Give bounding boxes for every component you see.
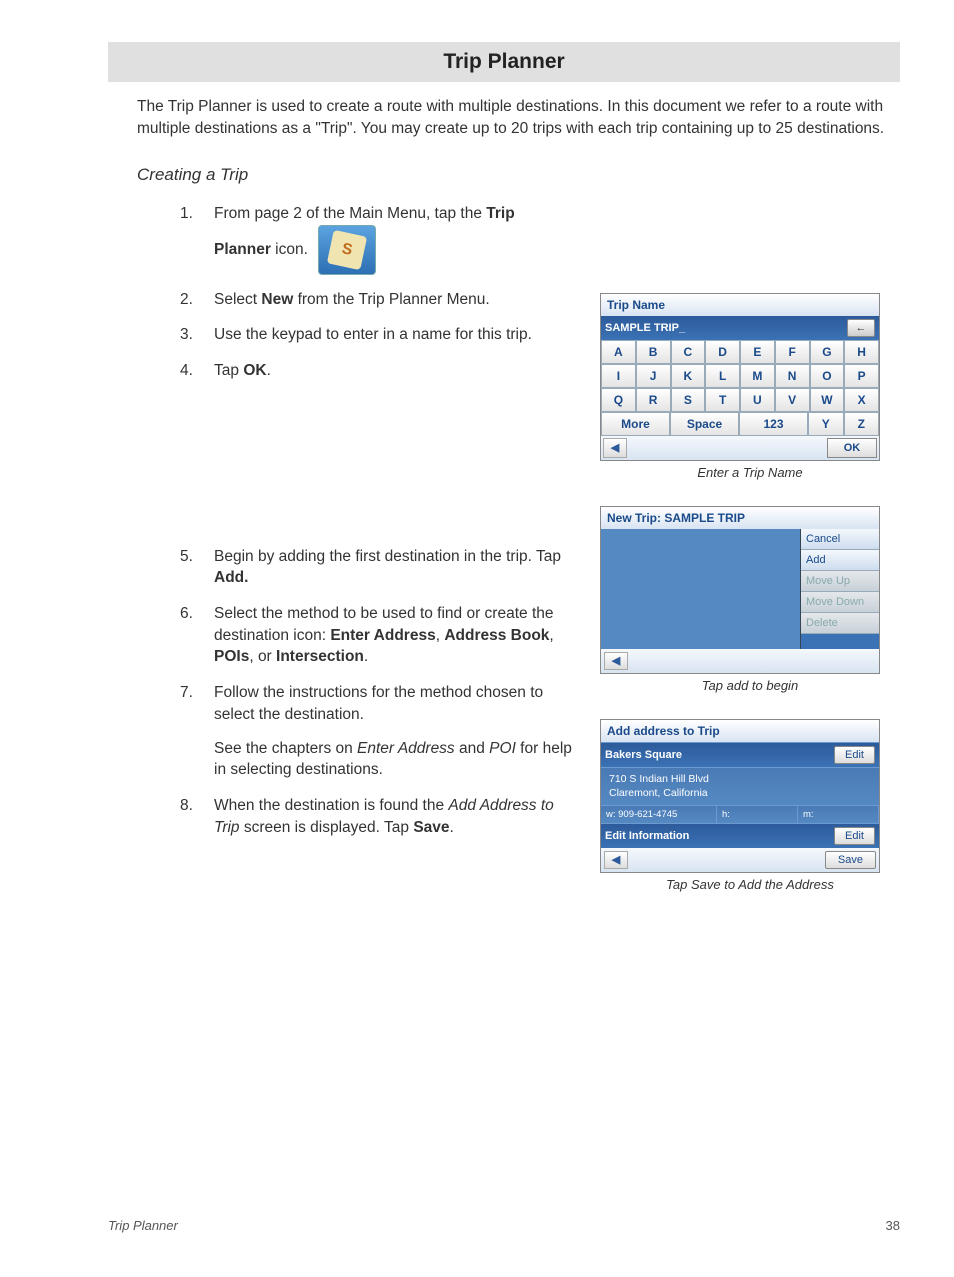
page-footer: Trip Planner 38: [108, 1218, 900, 1233]
address-caption: Tap Save to Add the Address: [600, 877, 900, 892]
move-down-button: Move Down: [801, 592, 879, 613]
trip-destination-list[interactable]: [601, 529, 801, 649]
keypad-input-row: SAMPLE TRIP_ ←: [601, 316, 879, 340]
move-up-button: Move Up: [801, 571, 879, 592]
edit-information-label: Edit Information: [605, 830, 689, 842]
figures-column: Trip Name SAMPLE TRIP_ ← A B C D E F G H…: [600, 203, 900, 892]
page-number: 38: [886, 1218, 900, 1233]
keypad-caption: Enter a Trip Name: [600, 465, 900, 480]
step-7: 7. Follow the instructions for the metho…: [180, 682, 586, 781]
key-l[interactable]: L: [705, 364, 740, 388]
key-d[interactable]: D: [705, 340, 740, 364]
back-button[interactable]: ◀: [604, 652, 628, 670]
key-j[interactable]: J: [636, 364, 671, 388]
address-name: Bakers Square: [605, 749, 682, 761]
key-y[interactable]: Y: [808, 412, 844, 436]
key-f[interactable]: F: [775, 340, 810, 364]
address-screen: Add address to Trip Bakers Square Edit 7…: [600, 719, 880, 873]
save-button[interactable]: Save: [825, 851, 876, 869]
address-block: 710 S Indian Hill Blvd Claremont, Califo…: [601, 767, 879, 805]
key-s[interactable]: S: [671, 388, 706, 412]
key-e[interactable]: E: [740, 340, 775, 364]
keypad-input-value[interactable]: SAMPLE TRIP_: [605, 322, 685, 334]
key-m[interactable]: M: [740, 364, 775, 388]
intro-paragraph: The Trip Planner is used to create a rou…: [137, 96, 900, 141]
step-3: 3. Use the keypad to enter in a name for…: [180, 324, 586, 346]
key-q[interactable]: Q: [601, 388, 636, 412]
key-w[interactable]: W: [810, 388, 845, 412]
key-v[interactable]: V: [775, 388, 810, 412]
step-number: 2.: [180, 289, 214, 311]
step-number: 1.: [180, 203, 214, 275]
cancel-button[interactable]: Cancel: [801, 529, 879, 550]
page-header: Trip Planner: [108, 42, 900, 82]
step-number: 3.: [180, 324, 214, 346]
key-u[interactable]: U: [740, 388, 775, 412]
back-button[interactable]: ◀: [603, 438, 627, 458]
phone-home: h:: [717, 806, 798, 823]
key-z[interactable]: Z: [844, 412, 880, 436]
key-space[interactable]: Space: [670, 412, 739, 436]
key-x[interactable]: X: [844, 388, 879, 412]
key-more[interactable]: More: [601, 412, 670, 436]
phone-mobile: m:: [798, 806, 879, 823]
step-8: 8. When the destination is found the Add…: [180, 795, 586, 838]
step-number: 7.: [180, 682, 214, 781]
steps-column: 1. From page 2 of the Main Menu, tap the…: [180, 203, 600, 892]
phone-work: w: 909-621-4745: [601, 806, 717, 823]
ok-button[interactable]: OK: [827, 438, 877, 458]
key-i[interactable]: I: [601, 364, 636, 388]
key-b[interactable]: B: [636, 340, 671, 364]
key-o[interactable]: O: [810, 364, 845, 388]
key-r[interactable]: R: [636, 388, 671, 412]
step-number: 8.: [180, 795, 214, 838]
trip-planner-icon: S: [318, 225, 376, 275]
backspace-button[interactable]: ←: [847, 319, 875, 337]
key-a[interactable]: A: [601, 340, 636, 364]
footer-title: Trip Planner: [108, 1218, 178, 1233]
key-k[interactable]: K: [671, 364, 706, 388]
key-c[interactable]: C: [671, 340, 706, 364]
address-line2: Claremont, California: [609, 787, 871, 801]
key-n[interactable]: N: [775, 364, 810, 388]
key-123[interactable]: 123: [739, 412, 808, 436]
address-title: Add address to Trip: [601, 720, 879, 742]
step-2: 2. Select New from the Trip Planner Menu…: [180, 289, 586, 311]
edit-name-button[interactable]: Edit: [834, 746, 875, 764]
trip-title: New Trip: SAMPLE TRIP: [601, 507, 879, 529]
key-t[interactable]: T: [705, 388, 740, 412]
edit-info-button[interactable]: Edit: [834, 827, 875, 845]
step-1: 1. From page 2 of the Main Menu, tap the…: [180, 203, 586, 275]
section-heading: Creating a Trip: [137, 165, 954, 185]
trip-screen: New Trip: SAMPLE TRIP Cancel Add Move Up…: [600, 506, 880, 674]
keypad-title: Trip Name: [601, 294, 879, 316]
add-button[interactable]: Add: [801, 550, 879, 571]
trip-caption: Tap add to begin: [600, 678, 900, 693]
step-number: 4.: [180, 360, 214, 382]
step-5: 5. Begin by adding the first destination…: [180, 546, 586, 589]
key-h[interactable]: H: [844, 340, 879, 364]
address-line1: 710 S Indian Hill Blvd: [609, 773, 871, 787]
page-title: Trip Planner: [443, 50, 564, 73]
content-area: 1. From page 2 of the Main Menu, tap the…: [180, 203, 900, 892]
step-4: 4. Tap OK.: [180, 360, 586, 382]
key-p[interactable]: P: [844, 364, 879, 388]
step-6: 6. Select the method to be used to find …: [180, 603, 586, 668]
delete-button: Delete: [801, 613, 879, 634]
key-g[interactable]: G: [810, 340, 845, 364]
step-number: 5.: [180, 546, 214, 589]
step-number: 6.: [180, 603, 214, 668]
back-button[interactable]: ◀: [604, 851, 628, 869]
keypad-screen: Trip Name SAMPLE TRIP_ ← A B C D E F G H…: [600, 293, 880, 461]
